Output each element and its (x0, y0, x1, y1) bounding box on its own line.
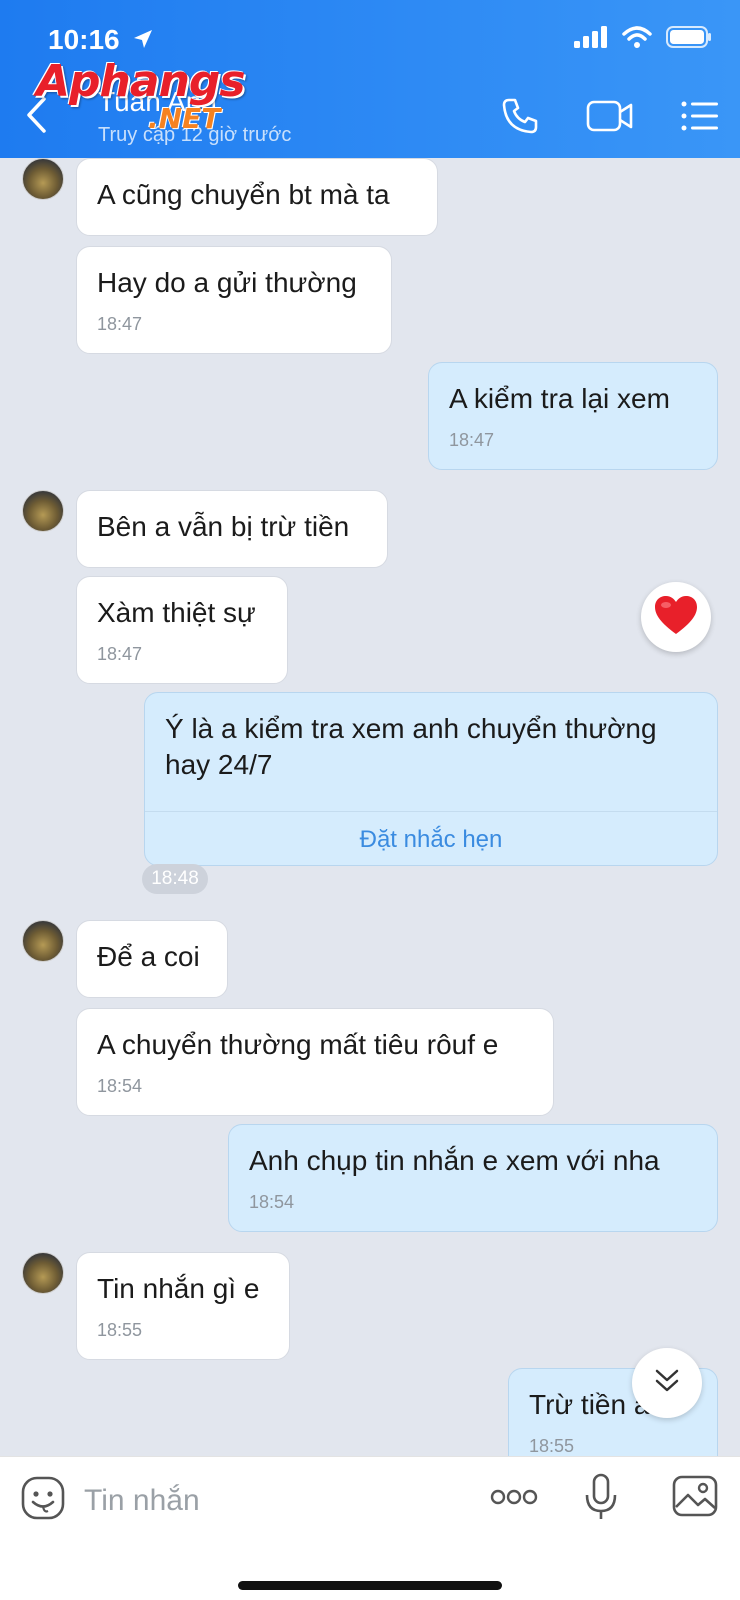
watermark-logo: Aphangs (36, 56, 246, 107)
message-text: Hay do a gửi thường (97, 267, 357, 298)
heart-reaction-button[interactable] (641, 582, 711, 652)
message-text: A cũng chuyển bt mà ta (97, 179, 390, 210)
avatar[interactable] (22, 1252, 64, 1294)
video-call-icon[interactable] (586, 96, 634, 141)
sticker-icon[interactable] (20, 1475, 66, 1526)
message-bubble-incoming[interactable]: Xàm thiệt sự 18:47 (76, 576, 288, 684)
message-bubble-outgoing[interactable]: A kiểm tra lại xem 18:47 (428, 362, 718, 470)
image-icon[interactable] (672, 1475, 718, 1522)
message-text: Anh chụp tin nhắn e xem với nha (249, 1145, 660, 1176)
message-bubble-incoming[interactable]: A chuyển thường mất tiêu rôuf e 18:54 (76, 1008, 554, 1116)
message-time: 18:47 (449, 430, 495, 450)
heart-icon (653, 594, 699, 641)
message-bubble-incoming[interactable]: A cũng chuyển bt mà ta (76, 158, 438, 236)
set-reminder-link[interactable]: Đặt nhắc hẹn (145, 811, 717, 867)
message-text: Xàm thiệt sự (97, 597, 256, 628)
message-bubble-incoming[interactable]: Tin nhắn gì e 18:55 (76, 1252, 290, 1360)
home-indicator (238, 1581, 502, 1590)
message-text: Tin nhắn gì e (97, 1273, 260, 1304)
message-input[interactable] (84, 1479, 384, 1523)
message-list[interactable]: A cũng chuyển bt mà ta Hay do a gửi thườ… (0, 158, 740, 1456)
message-time: 18:54 (249, 1192, 295, 1212)
status-icons (574, 26, 712, 53)
message-text: Bên a vẫn bị trừ tiền (97, 511, 350, 542)
message-time: 18:47 (97, 644, 143, 664)
wifi-icon (622, 26, 652, 53)
message-composer (0, 1456, 740, 1600)
message-bubble-incoming[interactable]: Bên a vẫn bị trừ tiền (76, 490, 388, 568)
message-time: 18:47 (97, 314, 143, 334)
location-arrow-icon (132, 28, 154, 55)
message-bubble-incoming[interactable]: Để a coi (76, 920, 228, 998)
message-time-pill: 18:48 (142, 864, 208, 894)
phone-icon[interactable] (500, 96, 540, 141)
avatar[interactable] (22, 920, 64, 962)
battery-icon (666, 26, 712, 53)
message-text: Để a coi (97, 941, 200, 972)
message-bubble-outgoing[interactable]: Anh chụp tin nhắn e xem với nha 18:54 (228, 1124, 718, 1232)
message-bubble-outgoing[interactable]: Ý là a kiểm tra xem anh chuyển thường ha… (144, 692, 718, 866)
message-time: 18:55 (97, 1320, 143, 1340)
chevron-double-down-icon (652, 1366, 682, 1401)
avatar[interactable] (22, 158, 64, 200)
message-text: Ý là a kiểm tra xem anh chuyển thường (165, 713, 657, 744)
menu-icon[interactable] (680, 96, 720, 141)
signal-icon (574, 26, 608, 53)
message-bubble-incoming[interactable]: Hay do a gửi thường 18:47 (76, 246, 392, 354)
more-icon[interactable] (490, 1487, 538, 1512)
status-time: 10:16 (48, 24, 120, 55)
message-time: 18:54 (97, 1076, 143, 1096)
scroll-to-bottom-button[interactable] (632, 1348, 702, 1418)
message-text: A kiểm tra lại xem (449, 383, 670, 414)
message-text: A chuyển thường mất tiêu rôuf e (97, 1029, 499, 1060)
message-text-continued: hay 24/7 (165, 749, 273, 780)
message-time: 18:55 (529, 1436, 575, 1456)
microphone-icon[interactable] (584, 1473, 618, 1526)
watermark-logo-suffix: .NET (148, 102, 221, 135)
avatar[interactable] (22, 490, 64, 532)
chat-header: 10:16 Tuấn Anh Truy cập 12 giờ trước Aph… (0, 0, 740, 158)
